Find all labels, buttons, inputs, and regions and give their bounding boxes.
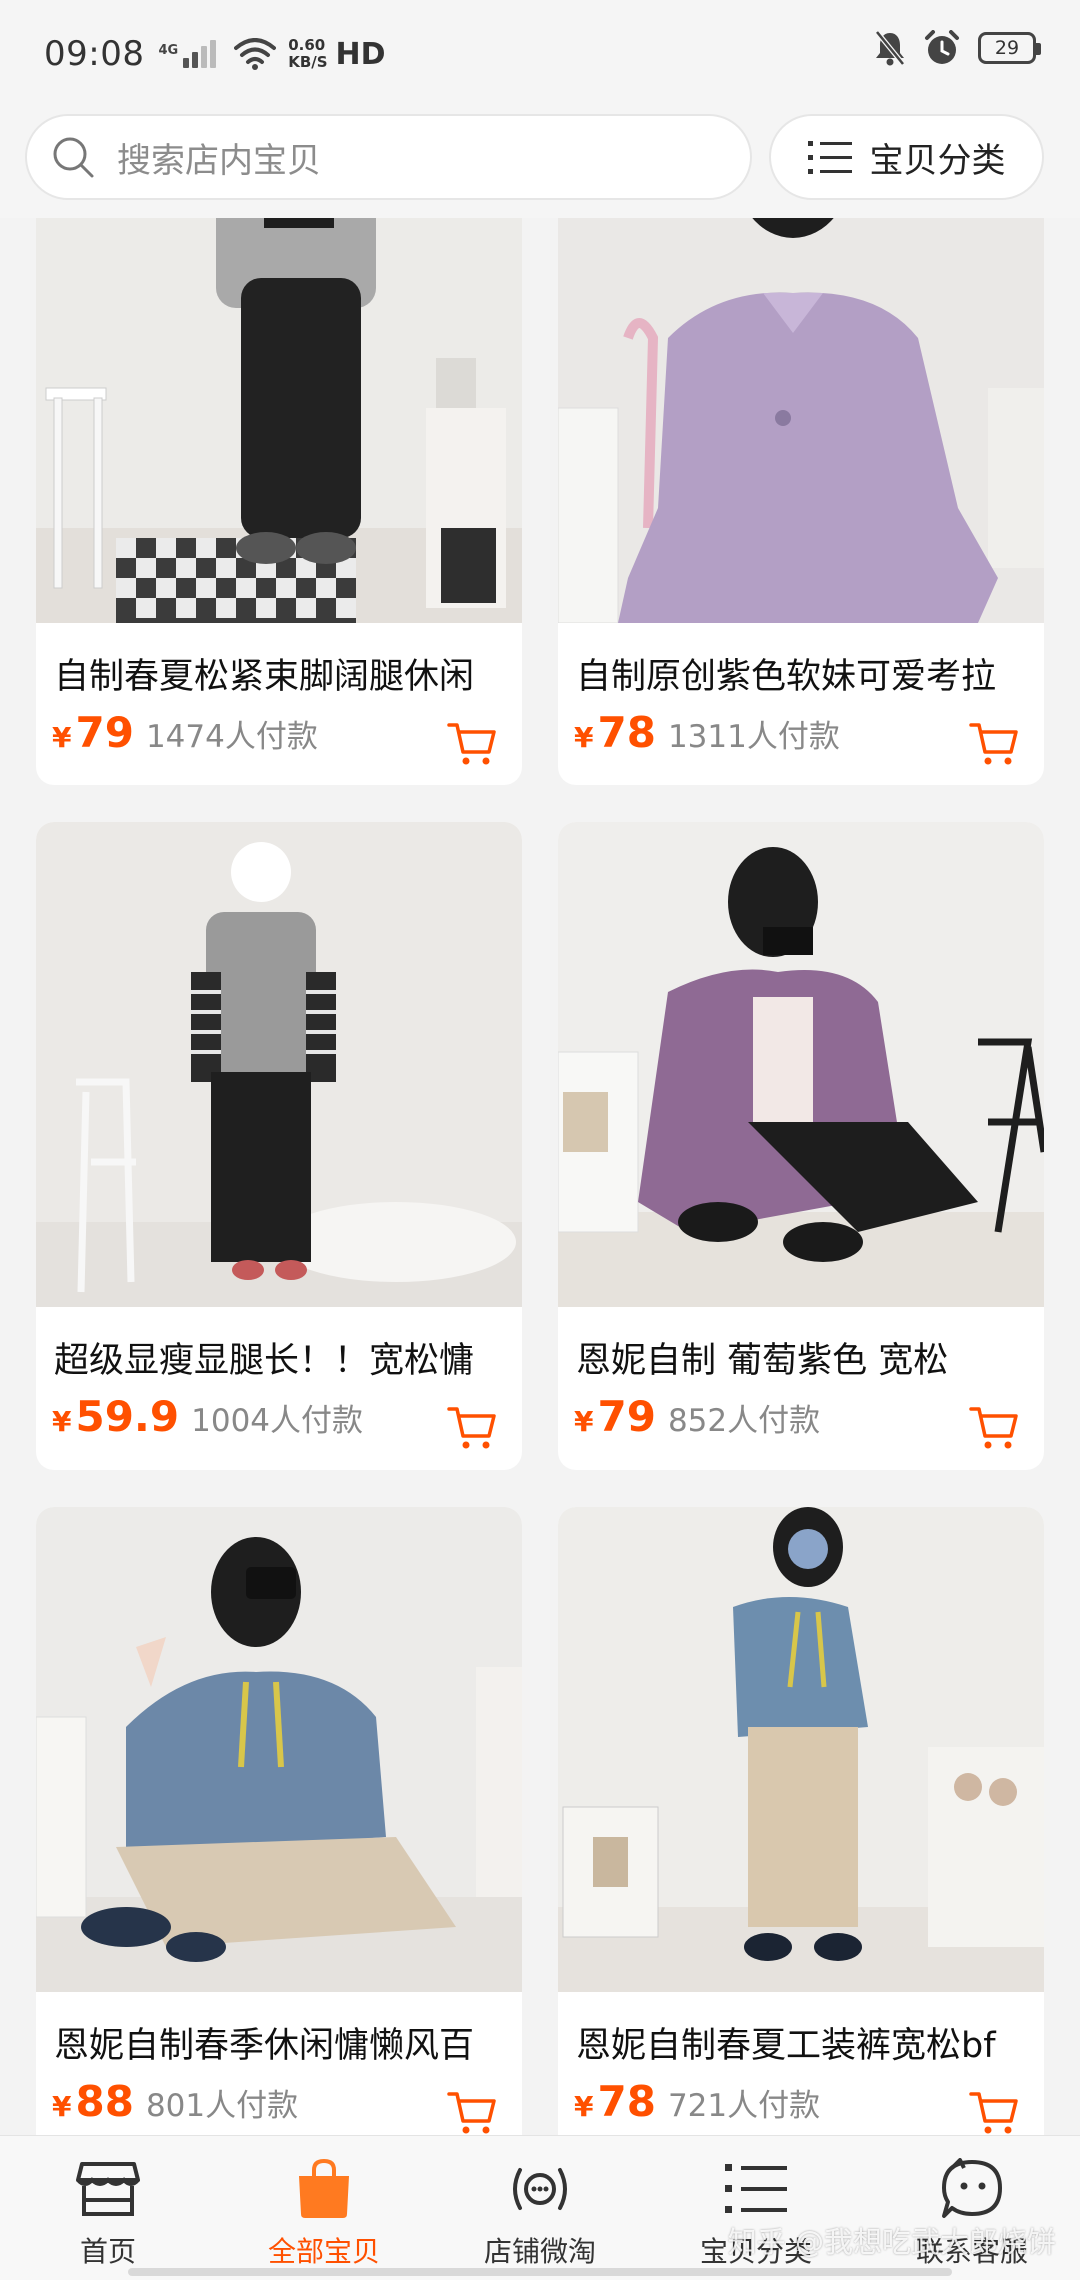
network-type: 4G [158,43,179,58]
search-header: 搜索店内宝贝 宝贝分类 [0,108,1080,218]
bottom-tab-bar: 首页 全部宝贝 店铺微淘 宝贝分类 联系客服 知乎 @我想吃武大郎烧饼 [0,2135,1080,2280]
add-to-cart-icon[interactable] [968,720,1020,768]
product-title[interactable]: 自制春夏松紧束脚阔腿休闲 [54,648,514,699]
sales-count: 1311人付款 [667,719,840,755]
product-price: 79 [597,1392,656,1441]
product-title[interactable]: 自制原创紫色软妹可爱考拉 [576,648,1036,699]
gesture-bar [128,2268,952,2276]
network-speed: 0.60 KB/S [288,37,327,71]
hd-indicator: HD [335,36,386,72]
product-title[interactable]: 恩妮自制春夏工装裤宽松bf [576,2017,1036,2068]
product-price: 78 [597,2077,656,2126]
product-title[interactable]: 恩妮自制 葡萄紫色 宽松 [576,1332,1036,1383]
status-bar: 09:08 4G 0.60 KB/S HD 29 [0,0,1080,108]
product-grid: 自制春夏松紧束脚阔腿休闲 ¥ 79 1474人付款 自制原创紫色软妹可爱考拉 ¥… [0,0,1080,2135]
product-card[interactable]: 恩妮自制 葡萄紫色 宽松 ¥ 79 852人付款 [558,822,1044,1470]
bell-muted-icon [875,30,905,66]
product-image[interactable] [36,822,522,1307]
tab-shop-feed[interactable]: 店铺微淘 [432,2136,648,2280]
price-row: ¥ 88 801人付款 [52,2077,298,2126]
product-image[interactable] [36,1507,522,1992]
add-to-cart-icon[interactable] [446,1404,498,1452]
clock: 09:08 [44,34,145,74]
product-price: 78 [597,708,656,757]
tab-label: 首页 [79,2235,136,2268]
watermark: 知乎 @我想吃武大郎烧饼 [727,2225,1056,2259]
alarm-clock-icon [925,30,959,64]
product-card[interactable]: 超级显瘦显腿长！！宽松慵 ¥ 59.9 1004人付款 [36,822,522,1470]
sales-count: 1474人付款 [145,719,318,755]
category-button[interactable]: 宝贝分类 [769,114,1044,200]
search-placeholder: 搜索店内宝贝 [117,140,321,181]
currency-symbol: ¥ [574,721,594,754]
speed-value: 0.60 [288,36,326,54]
storefront-icon [76,2162,140,2216]
category-list-icon [725,2164,787,2213]
product-price: 79 [75,708,134,757]
battery-level: 29 [994,37,1020,59]
product-image[interactable] [558,1507,1044,1992]
speed-unit: KB/S [288,53,328,71]
price-row: ¥ 59.9 1004人付款 [52,1392,363,1441]
category-button-label: 宝贝分类 [869,140,1006,181]
list-icon [807,141,852,174]
product-price: 88 [75,2077,134,2126]
price-row: ¥ 78 1311人付款 [574,708,840,757]
currency-symbol: ¥ [574,1405,594,1438]
currency-symbol: ¥ [52,2090,72,2123]
product-card[interactable]: 恩妮自制春夏工装裤宽松bf ¥ 78 721人付款 [558,1507,1044,2135]
product-title[interactable]: 超级显瘦显腿长！！宽松慵 [54,1332,514,1383]
battery-icon: 29 [978,32,1041,64]
add-to-cart-icon[interactable] [446,720,498,768]
add-to-cart-icon[interactable] [968,1404,1020,1452]
broadcast-icon [513,2168,567,2210]
sales-count: 801人付款 [145,2088,299,2124]
product-card[interactable]: 恩妮自制春季休闲慵懒风百 ¥ 88 801人付款 [36,1507,522,2135]
tab-label: 店铺微淘 [483,2235,596,2268]
sales-count: 852人付款 [667,1403,821,1439]
cellular-signal-icon: 4G [158,40,217,68]
status-icons: 29 [874,30,1041,66]
sales-count: 721人付款 [667,2088,821,2124]
product-price: 59.9 [75,1392,180,1441]
price-row: ¥ 79 1474人付款 [52,708,318,757]
search-input[interactable]: 搜索店内宝贝 [25,114,752,200]
product-image[interactable] [558,822,1044,1307]
shopping-bag-icon [299,2158,349,2218]
tab-home[interactable]: 首页 [0,2136,216,2280]
product-title[interactable]: 恩妮自制春季休闲慵懒风百 [54,2017,514,2068]
currency-symbol: ¥ [574,2090,594,2123]
tab-label: 全部宝贝 [267,2235,380,2268]
add-to-cart-icon[interactable] [446,2089,498,2135]
wifi-icon [234,38,277,70]
service-chat-icon [942,2158,1002,2218]
price-row: ¥ 78 721人付款 [574,2077,820,2126]
currency-symbol: ¥ [52,721,72,754]
search-icon [53,137,94,178]
price-row: ¥ 79 852人付款 [574,1392,820,1441]
add-to-cart-icon[interactable] [968,2089,1020,2135]
currency-symbol: ¥ [52,1405,72,1438]
tab-all-items[interactable]: 全部宝贝 [216,2136,432,2280]
sales-count: 1004人付款 [191,1403,364,1439]
